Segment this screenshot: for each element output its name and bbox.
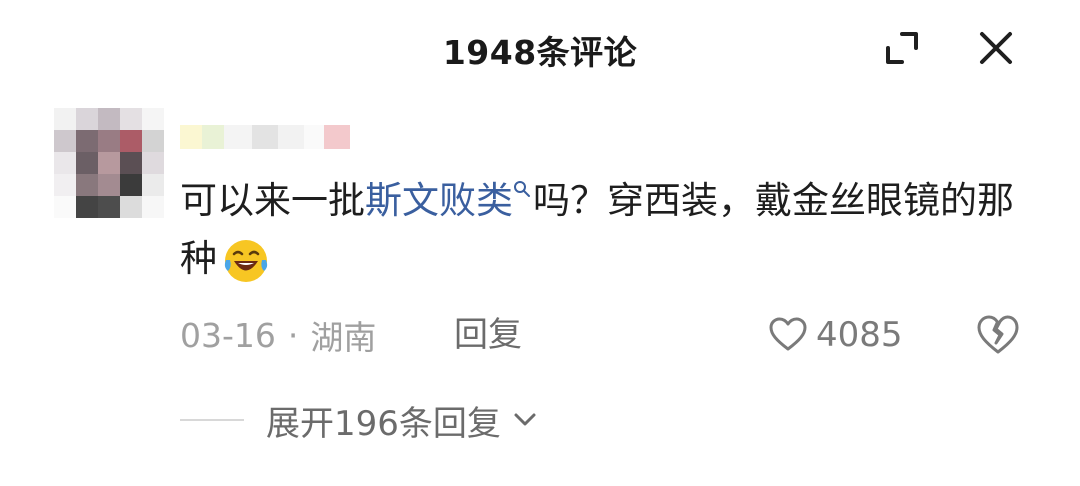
dislike-button[interactable] [974, 312, 1022, 360]
expand-icon [886, 32, 918, 64]
comment-date: 03-16 [180, 315, 276, 355]
close-icon [980, 32, 1012, 64]
heart-icon [769, 317, 807, 351]
comment-location: 湖南 [310, 318, 377, 357]
expand-replies-button[interactable]: 展开196条回复 [180, 394, 539, 446]
comment-meta: 03-16 · 湖南 [180, 310, 376, 360]
comments-panel: 1948条评论 可以来一批斯文败类 吗？穿西装，戴金丝眼镜的那种 03-16 ·… [0, 0, 1080, 486]
comment-text-before: 可以来一批 [180, 179, 365, 222]
chevron-down-icon [514, 413, 536, 426]
meta-separator: · [287, 315, 299, 355]
laughing-tears-emoji [224, 239, 268, 282]
close-button[interactable] [972, 24, 1020, 72]
reply-button[interactable]: 回复 [454, 310, 522, 360]
keyword-link-text: 斯文败类 [365, 179, 513, 222]
expand-button[interactable] [878, 24, 926, 72]
like-count: 4085 [816, 315, 903, 355]
divider-line [180, 419, 244, 421]
keyword-search-link[interactable]: 斯文败类 [365, 179, 533, 222]
avatar[interactable] [54, 108, 164, 218]
username-blurred[interactable] [180, 120, 350, 154]
comment-text: 可以来一批斯文败类 吗？穿西装，戴金丝眼镜的那种 [180, 172, 1040, 288]
search-icon [514, 181, 530, 197]
like-button[interactable]: 4085 [768, 310, 903, 360]
expand-replies-label: 展开196条回复 [266, 403, 501, 444]
broken-heart-icon [977, 315, 1019, 354]
